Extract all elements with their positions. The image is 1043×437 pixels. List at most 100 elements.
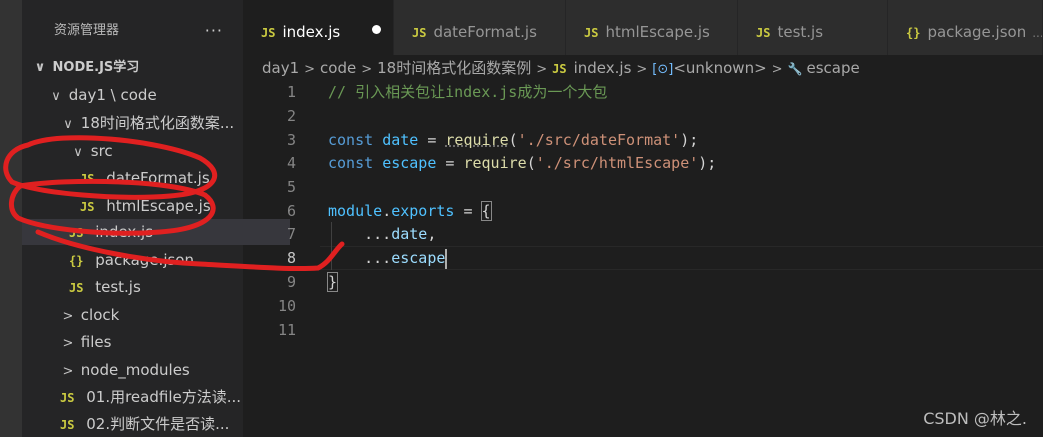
- tree-folder-18[interactable]: ∨ 18时间格式化函数案...: [22, 110, 281, 136]
- tree-file-02[interactable]: JS 02.判断文件是否读...: [22, 411, 281, 437]
- line-number: 3: [286, 131, 296, 149]
- tree-folder-src[interactable]: ∨ src: [22, 138, 291, 164]
- wrench-icon: 🔧: [787, 62, 803, 76]
- code-string: './src/dateFormat': [517, 131, 681, 149]
- chevron-down-icon: ∨: [73, 145, 83, 160]
- tree-file-index[interactable]: JS index.js: [22, 219, 290, 245]
- js-file-icon: JS: [584, 26, 599, 40]
- tree-file-test[interactable]: JS test.js: [22, 274, 290, 300]
- code-line-8[interactable]: ...escape: [328, 246, 448, 270]
- tree-folder-clock[interactable]: > clock: [22, 302, 281, 328]
- explorer-title: 资源管理器: [54, 23, 120, 38]
- code-identifier: date: [382, 131, 419, 149]
- js-file-icon: JS: [756, 26, 771, 40]
- js-file-icon: JS: [69, 281, 84, 295]
- tree-folder-node-modules[interactable]: > node_modules: [22, 357, 281, 383]
- code-identifier: escape: [391, 249, 446, 267]
- js-file-icon: JS: [69, 226, 84, 240]
- json-file-icon: {}: [906, 26, 921, 40]
- workspace-root[interactable]: ∨ NODE.JS学习: [22, 55, 253, 81]
- code-operator: =: [418, 131, 446, 149]
- line-number: 4: [286, 154, 296, 172]
- code-identifier: escape: [382, 154, 437, 172]
- chevron-down-icon: ∨: [51, 89, 61, 104]
- code-line-7[interactable]: ...date,: [328, 222, 436, 246]
- code-operator: =: [436, 154, 464, 172]
- line-number: 9: [286, 273, 296, 291]
- line-number: 1: [286, 83, 296, 101]
- tab-dateformat-js[interactable]: JS dateFormat.js: [394, 0, 566, 55]
- breadcrumb-item[interactable]: code: [320, 59, 356, 77]
- explorer-header: 资源管理器 ···: [22, 0, 243, 55]
- tree-item-label: files: [80, 333, 112, 351]
- tab-label: dateFormat.js: [433, 23, 537, 41]
- breadcrumb-item[interactable]: index.js: [574, 59, 632, 77]
- explorer-sidebar: 资源管理器 ··· ∨ NODE.JS学习 ∨ day1 \ code ∨ 18…: [22, 0, 290, 437]
- tab-test-js[interactable]: JS test.js: [738, 0, 888, 55]
- tab-label: index.js: [282, 23, 341, 41]
- tree-item-label: 18时间格式化函数案...: [80, 114, 235, 132]
- symbol-variable-icon: [⊙]: [652, 62, 674, 77]
- code-line-4[interactable]: const escape = require('./src/htmlEscape…: [328, 151, 716, 175]
- tree-file-htmlescape[interactable]: JS htmlEscape.js: [22, 193, 301, 219]
- chevron-right-icon: >: [636, 62, 648, 77]
- line-number: 11: [277, 321, 296, 339]
- breadcrumb-item[interactable]: 18时间格式化函数案例: [377, 59, 531, 77]
- csdn-watermark: CSDN @林之.: [923, 409, 1027, 428]
- tab-htmlescape-js[interactable]: JS htmlEscape.js: [566, 0, 738, 55]
- tree-item-label: day1 \ code: [68, 86, 157, 104]
- breadcrumb-item[interactable]: day1: [262, 59, 299, 77]
- code-line-1[interactable]: // 引入相关包让index.js成为一个大包: [328, 80, 607, 104]
- tab-label: htmlEscape.js: [605, 23, 710, 41]
- code-keyword: const: [328, 131, 374, 149]
- workspace-root-label: NODE.JS学习: [52, 60, 140, 75]
- unsaved-dot-icon[interactable]: [372, 25, 381, 34]
- tree-item-label: node_modules: [80, 361, 190, 379]
- tree-item-label: src: [90, 142, 113, 160]
- chevron-right-icon: >: [62, 309, 74, 324]
- json-file-icon: {}: [69, 254, 84, 268]
- tree-folder-files[interactable]: > files: [22, 329, 281, 355]
- breadcrumb-item[interactable]: escape: [807, 59, 860, 77]
- code-comment: // 引入相关包让index.js成为一个大包: [328, 83, 608, 101]
- code-paren: (: [508, 131, 518, 149]
- tab-index-js[interactable]: JS index.js: [243, 0, 394, 55]
- code-line-3[interactable]: const date = require('./src/dateFormat')…: [328, 128, 698, 152]
- code-paren: );: [680, 131, 699, 149]
- tab-path-hint: ...\: [1032, 26, 1042, 40]
- tree-item-label: index.js: [95, 223, 154, 241]
- line-number: 10: [277, 297, 296, 315]
- tree-item-label: htmlEscape.js: [106, 197, 211, 215]
- code-brace-open: {: [480, 201, 492, 221]
- tree-file-package-json[interactable]: {} package.json: [22, 247, 290, 273]
- breadcrumb-item[interactable]: <unknown>: [673, 59, 766, 77]
- js-file-icon: JS: [412, 26, 427, 40]
- code-function: require: [463, 154, 527, 172]
- line-number-current: 8: [286, 249, 296, 267]
- tab-package-json[interactable]: {} package.json ...\: [888, 0, 1043, 55]
- code-line-6[interactable]: module.exports = {: [328, 199, 492, 223]
- breadcrumb: day1 > code >18时间格式化函数案例 > JS index.js > [⊙]<unk…: [262, 58, 860, 78]
- tree-item-label: 02.判断文件是否读...: [86, 415, 230, 433]
- js-file-icon: JS: [261, 26, 276, 40]
- chevron-right-icon: >: [304, 62, 316, 77]
- tree-item-label: clock: [80, 306, 120, 324]
- code-dot: .: [382, 202, 392, 220]
- tree-item-label: dateFormat.js: [106, 169, 210, 187]
- code-operator: =: [454, 202, 482, 220]
- js-file-icon: JS: [80, 172, 95, 186]
- tab-label: test.js: [777, 23, 824, 41]
- code-string: './src/htmlEscape': [535, 154, 699, 172]
- line-number: 5: [286, 178, 296, 196]
- chevron-right-icon: >: [361, 62, 373, 77]
- tree-item-label: test.js: [95, 278, 141, 296]
- tree-file-01[interactable]: JS 01.用readfile方法读...: [22, 384, 281, 410]
- chevron-down-icon: ∨: [34, 60, 46, 75]
- code-paren: (: [526, 154, 536, 172]
- tree-folder-day1-code[interactable]: ∨ day1 \ code: [22, 82, 269, 108]
- tree-file-dateformat[interactable]: JS dateFormat.js: [22, 165, 301, 191]
- tree-item-label: package.json: [95, 251, 194, 269]
- more-actions-icon[interactable]: ···: [205, 0, 223, 62]
- code-line-9[interactable]: }: [326, 270, 339, 294]
- js-file-icon: JS: [60, 391, 75, 405]
